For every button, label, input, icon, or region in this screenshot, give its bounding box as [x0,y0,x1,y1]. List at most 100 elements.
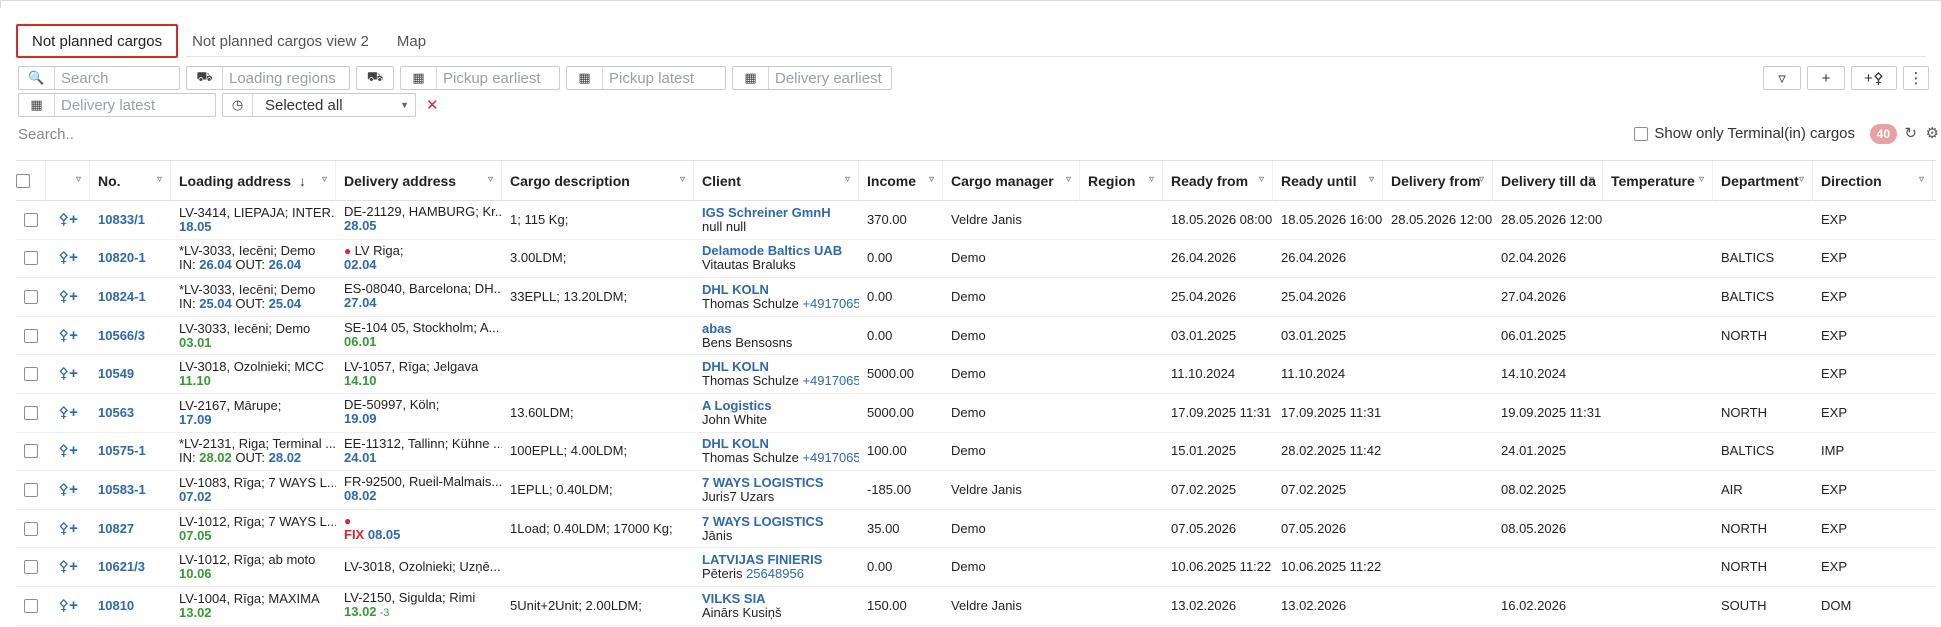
more-menu-button[interactable]: ⋮ [1903,66,1929,90]
filter-icon[interactable]: ▿ [76,174,81,185]
cargo-number-link[interactable]: 10563 [98,405,171,420]
header-cargo-manager[interactable]: Cargo manager ▿ [943,161,1080,201]
cargo-number-link[interactable]: 10810 [98,598,171,613]
table-row[interactable]: ⚴+ 10563 LV-2167, Mārupe; 17.09 DE-50997… [16,394,1936,433]
client-link[interactable]: DHL KOLN [702,282,859,297]
tab-not-planned-cargos-view-2[interactable]: Not planned cargos view 2 [178,24,383,58]
row-checkbox[interactable] [24,251,38,266]
filter-icon[interactable]: ▿ [1699,174,1704,185]
row-checkbox[interactable] [24,212,38,227]
delivery-latest-input[interactable]: Delivery latest [55,97,155,114]
cargo-number-link[interactable]: 10824-1 [98,289,171,304]
cargo-number-link[interactable]: 10820-1 [98,251,171,265]
table-row[interactable]: ⚴+ 10824-1 *LV-3033, Iecēni; Demo IN: 25… [16,278,1936,317]
cargo-number[interactable]: 10549 [90,355,171,393]
client-link[interactable]: VILKS SIA [702,591,859,606]
add-route-button[interactable]: +⚴ [1851,66,1897,90]
filter-icon[interactable]: ▿ [488,174,493,185]
cargo-number[interactable]: 10810 [90,587,171,625]
row-checkbox[interactable] [24,598,38,613]
gear-icon[interactable]: ⚙ [1926,124,1939,142]
client-link[interactable]: Delamode Baltics UAB [702,244,859,258]
row-checkbox[interactable] [24,328,38,343]
header-loading-address[interactable]: Loading address ↓ ▿ [171,161,336,201]
pickup-earliest-input[interactable]: Pickup earliest [437,70,541,87]
client-link[interactable]: DHL KOLN [702,360,859,374]
header-ready-from[interactable]: Ready from ▿ [1163,161,1273,201]
header-delivery-address[interactable]: Delivery address ▿ [336,161,502,201]
add-route-icon[interactable]: ⚴+ [58,482,78,497]
filter-icon[interactable]: ▿ [1066,174,1071,185]
header-ready-until[interactable]: Ready until ▿ [1273,161,1383,201]
search-filter[interactable]: 🔍 Search [18,66,180,90]
refresh-icon[interactable]: ↻ [1904,124,1917,142]
add-route-icon[interactable]: ⚴+ [58,289,78,304]
cargo-number[interactable]: 10820-1 [90,240,171,278]
filter-icon[interactable]: ▿ [1369,174,1374,185]
tab-map[interactable]: Map [383,24,440,58]
cargo-number[interactable]: 10583-1 [90,471,171,509]
add-route-icon[interactable]: ⚴+ [58,598,78,613]
pickup-latest-input[interactable]: Pickup latest [603,70,694,87]
add-route-icon[interactable]: ⚴+ [58,212,78,227]
cargo-number[interactable]: 10824-1 [90,278,171,316]
row-checkbox[interactable] [24,367,38,382]
client-phone[interactable]: 25648956 [746,566,804,581]
header-delivery-till[interactable]: Delivery till da ▿ [1493,161,1603,201]
table-row[interactable]: ⚴+ 10810 LV-1004, Rīga; MAXIMA 13.02 LV-… [16,587,1936,626]
unloading-filter-button[interactable]: ⛟ [356,66,394,90]
add-route-icon[interactable]: ⚴+ [58,559,78,574]
cargo-number-link[interactable]: 10566/3 [98,328,171,343]
filter-icon[interactable]: ▿ [929,174,934,185]
cargo-number[interactable]: 10827 [90,510,171,548]
cargo-number-link[interactable]: 10833/1 [98,212,171,227]
filter-icon[interactable]: ▿ [845,174,850,185]
table-row[interactable]: ⚴+ 10820-1 *LV-3033, Iecēni; Demo IN: 26… [16,240,1936,279]
filter-icon[interactable]: ▿ [1919,174,1924,185]
add-route-icon[interactable]: ⚴+ [58,366,78,381]
add-route-icon[interactable]: ⚴+ [58,521,78,536]
delivery-earliest-filter[interactable]: ▦ Delivery earliest [732,66,892,90]
terminal-filter[interactable]: Show only Terminal(in) cargos [1634,125,1855,142]
header-region[interactable]: Region ▿ [1080,161,1163,201]
row-checkbox[interactable] [24,444,38,459]
sort-down-icon[interactable]: ↓ [299,173,306,189]
loading-regions-input[interactable]: Loading regions [223,70,336,87]
row-checkbox[interactable] [24,289,38,304]
cargo-number-link[interactable]: 10549 [98,367,171,381]
status-select[interactable]: ◷ Selected all ▼ [222,93,416,117]
add-route-icon[interactable]: ⚴+ [58,405,78,420]
table-row[interactable]: ⚴+ 10575-1 *LV-2131, Riga; Terminal ... … [16,433,1936,472]
client-link[interactable]: IGS Schreiner GmnH [702,205,859,220]
row-checkbox[interactable] [24,405,38,420]
select-all-checkbox[interactable] [16,174,30,188]
filter-icon[interactable]: ▿ [157,174,162,185]
table-row[interactable]: ⚴+ 10621/3 LV-1012, Rīga; ab moto 10.06 … [16,548,1936,587]
select-all-header[interactable] [16,161,46,201]
filter-icon[interactable]: ▿ [1479,174,1484,185]
table-row[interactable]: ⚴+ 10549 LV-3018, Ozolnieki; MCC 11.10 L… [16,355,1936,394]
tab-not-planned-cargos[interactable]: Not planned cargos [16,24,179,58]
cargo-number[interactable]: 10566/3 [90,317,171,355]
clear-filter-icon[interactable]: ✕ [426,96,439,114]
loading-regions-filter[interactable]: ⛟ Loading regions [186,66,350,90]
header-no[interactable]: No. ▿ [90,161,171,201]
table-row[interactable]: ⚴+ 10833/1 LV-3414, LIEPAJA; INTER... 18… [16,201,1936,240]
cargo-number-link[interactable]: 10621/3 [98,560,171,574]
table-search-input[interactable]: Search.. [18,126,74,143]
search-input[interactable]: Search [55,70,109,87]
cargo-number-link[interactable]: 10583-1 [98,482,171,497]
client-link[interactable]: DHL KOLN [702,437,859,451]
cargo-number-link[interactable]: 10575-1 [98,444,171,458]
cargo-number[interactable]: 10833/1 [90,201,171,239]
add-route-icon[interactable]: ⚴+ [58,328,78,343]
client-link[interactable]: A Logistics [702,398,859,413]
row-checkbox[interactable] [24,521,38,536]
delivery-latest-filter[interactable]: ▦ Delivery latest [18,93,216,117]
table-row[interactable]: ⚴+ 10566/3 LV-3033, Iecēni; Demo 03.01 S… [16,317,1936,356]
header-income[interactable]: Income ▿ [859,161,943,201]
pickup-earliest-filter[interactable]: ▦ Pickup earliest [400,66,560,90]
client-phone[interactable]: +4917065 [802,450,859,465]
header-direction[interactable]: Direction ▿ [1813,161,1933,201]
add-button[interactable]: + [1807,66,1845,90]
